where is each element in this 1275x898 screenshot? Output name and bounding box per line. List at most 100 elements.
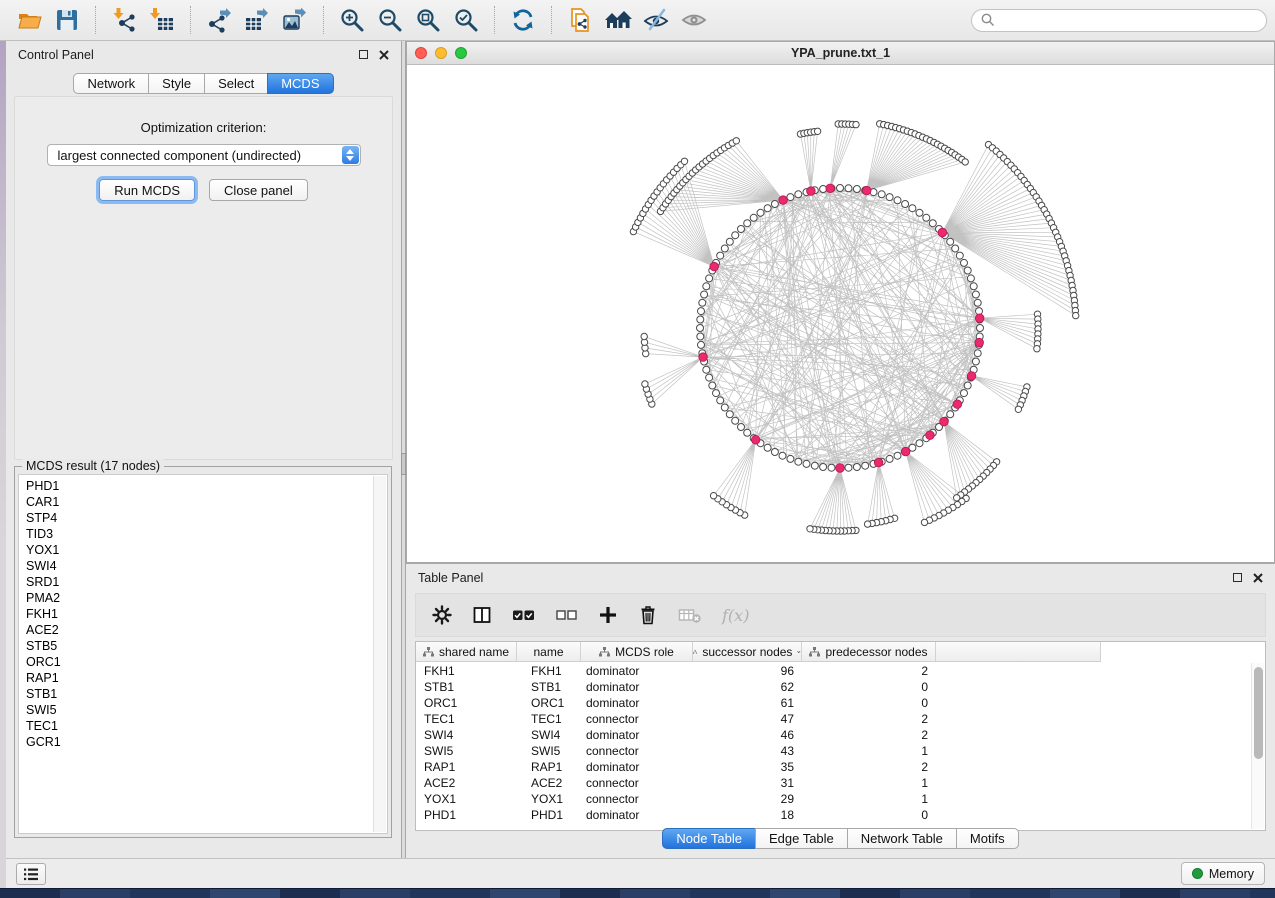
tab-network-table[interactable]: Network Table (847, 828, 957, 849)
memory-button[interactable]: Memory (1181, 862, 1265, 885)
list-item[interactable]: SWI5 (26, 702, 369, 718)
list-item[interactable]: SWI4 (26, 558, 369, 574)
list-item[interactable]: ACE2 (26, 622, 369, 638)
tab-motifs[interactable]: Motifs (956, 828, 1019, 849)
export-table-button[interactable] (238, 4, 276, 36)
column-header-successor-nodes[interactable]: successor nodes (693, 642, 802, 661)
fit-content-button[interactable] (409, 4, 447, 36)
table-panel-header: Table Panel (406, 564, 1275, 591)
list-item[interactable]: PHD1 (26, 478, 369, 494)
result-scrollbar[interactable] (373, 476, 386, 832)
select-all-icon[interactable] (512, 605, 536, 625)
table-row[interactable]: YOX1 YOX1 connector 29 1 (416, 791, 1251, 807)
tab-edge-table[interactable]: Edge Table (755, 828, 848, 849)
deselect-all-icon[interactable] (556, 605, 578, 625)
export-image-button[interactable] (276, 4, 314, 36)
table-row[interactable]: STB1 STB1 dominator 62 0 (416, 679, 1251, 695)
table-scrollbar[interactable] (1251, 663, 1264, 829)
node-table-body: FKH1 FKH1 dominator 96 2 STB1 STB1 domin… (416, 663, 1251, 830)
show-elements-button[interactable] (675, 4, 713, 36)
maximize-window-button[interactable] (455, 47, 467, 59)
open-file-button[interactable] (10, 4, 48, 36)
export-network-button[interactable] (200, 4, 238, 36)
clone-network-button[interactable] (561, 4, 599, 36)
tab-select[interactable]: Select (204, 73, 268, 94)
column-header-name[interactable]: name (517, 642, 581, 661)
list-item[interactable]: STP4 (26, 510, 369, 526)
list-item[interactable]: SRD1 (26, 574, 369, 590)
zoom-in-button[interactable] (333, 4, 371, 36)
list-item[interactable]: STB1 (26, 686, 369, 702)
home-networks-button[interactable] (599, 4, 637, 36)
list-item[interactable]: FKH1 (26, 606, 369, 622)
list-item[interactable]: GCR1 (26, 734, 369, 750)
function-builder-icon[interactable]: f(x) (722, 606, 749, 625)
table-panel-title: Table Panel (418, 571, 483, 585)
save-session-button[interactable] (48, 4, 86, 36)
delete-table-icon[interactable] (678, 605, 702, 625)
tab-mcds[interactable]: MCDS (267, 73, 333, 94)
network-canvas[interactable] (407, 65, 1274, 562)
column-header-predecessor-nodes[interactable]: predecessor nodes (802, 642, 936, 661)
list-item[interactable]: TEC1 (26, 718, 369, 734)
criterion-dropdown[interactable]: largest connected component (undirected) (47, 144, 361, 166)
close-panel-button[interactable]: Close panel (209, 179, 308, 201)
control-panel-header: Control Panel (6, 41, 401, 68)
column-header-shared-name[interactable]: shared name (416, 642, 517, 661)
add-column-icon[interactable] (598, 605, 618, 625)
network-window-title: YPA_prune.txt_1 (407, 46, 1274, 60)
main-toolbar (0, 0, 1275, 41)
mcds-result-listbox[interactable]: PHD1CAR1STP4TID3YOX1SWI4SRD1PMA2FKH1ACE2… (18, 474, 388, 834)
delete-column-icon[interactable] (638, 605, 658, 625)
optimization-criterion-label: Optimization criterion: (15, 120, 392, 135)
float-panel-icon[interactable] (359, 50, 368, 59)
minimize-window-button[interactable] (435, 47, 447, 59)
task-history-button[interactable] (16, 863, 46, 885)
node-table: shared name name MCDS role successor nod… (415, 641, 1266, 831)
list-item[interactable]: YOX1 (26, 542, 369, 558)
list-item[interactable]: PMA2 (26, 590, 369, 606)
table-row[interactable]: PHD1 PHD1 dominator 18 0 (416, 807, 1251, 823)
criterion-dropdown-value: largest connected component (undirected) (58, 148, 302, 163)
save-icon (54, 7, 80, 33)
list-item[interactable]: TID3 (26, 526, 369, 542)
table-row[interactable]: SWI5 SWI5 connector 43 1 (416, 743, 1251, 759)
list-item[interactable]: CAR1 (26, 494, 369, 510)
tab-style[interactable]: Style (148, 73, 205, 94)
import-network-icon (111, 7, 137, 33)
table-row[interactable]: TEC1 TEC1 connector 47 2 (416, 711, 1251, 727)
search-field[interactable] (971, 9, 1267, 32)
search-icon (981, 13, 995, 27)
tab-network[interactable]: Network (73, 73, 149, 94)
table-row[interactable]: ORC1 ORC1 dominator 61 0 (416, 695, 1251, 711)
table-row[interactable]: SWI4 SWI4 dominator 46 2 (416, 727, 1251, 743)
close-window-button[interactable] (415, 47, 427, 59)
close-panel-icon[interactable] (379, 50, 389, 60)
float-panel-icon[interactable] (1233, 573, 1242, 582)
zoom-selected-button[interactable] (447, 4, 485, 36)
table-options-gear-icon[interactable] (432, 605, 452, 625)
search-input[interactable] (995, 13, 1257, 27)
column-header-mcds-role[interactable]: MCDS role (581, 642, 693, 661)
network-window: YPA_prune.txt_1 (406, 41, 1275, 563)
table-scrollbar-thumb[interactable] (1254, 667, 1263, 759)
tab-node-table[interactable]: Node Table (662, 828, 756, 849)
zoom-out-icon (377, 7, 403, 33)
mcds-result-title: MCDS result (17 nodes) (22, 459, 164, 473)
show-columns-icon[interactable] (472, 605, 492, 625)
zoom-out-button[interactable] (371, 4, 409, 36)
import-table-button[interactable] (143, 4, 181, 36)
network-graph[interactable] (407, 65, 1274, 562)
hide-elements-button[interactable] (637, 4, 675, 36)
close-panel-icon[interactable] (1253, 573, 1263, 583)
import-network-button[interactable] (105, 4, 143, 36)
table-row[interactable]: RAP1 RAP1 dominator 35 2 (416, 759, 1251, 775)
table-row[interactable]: FKH1 FKH1 dominator 96 2 (416, 663, 1251, 679)
list-item[interactable]: STB5 (26, 638, 369, 654)
run-mcds-button[interactable]: Run MCDS (99, 179, 195, 201)
refresh-layout-button[interactable] (504, 4, 542, 36)
table-row[interactable]: ACE2 ACE2 connector 31 1 (416, 775, 1251, 791)
list-item[interactable]: RAP1 (26, 670, 369, 686)
network-window-titlebar[interactable]: YPA_prune.txt_1 (407, 42, 1274, 65)
list-item[interactable]: ORC1 (26, 654, 369, 670)
